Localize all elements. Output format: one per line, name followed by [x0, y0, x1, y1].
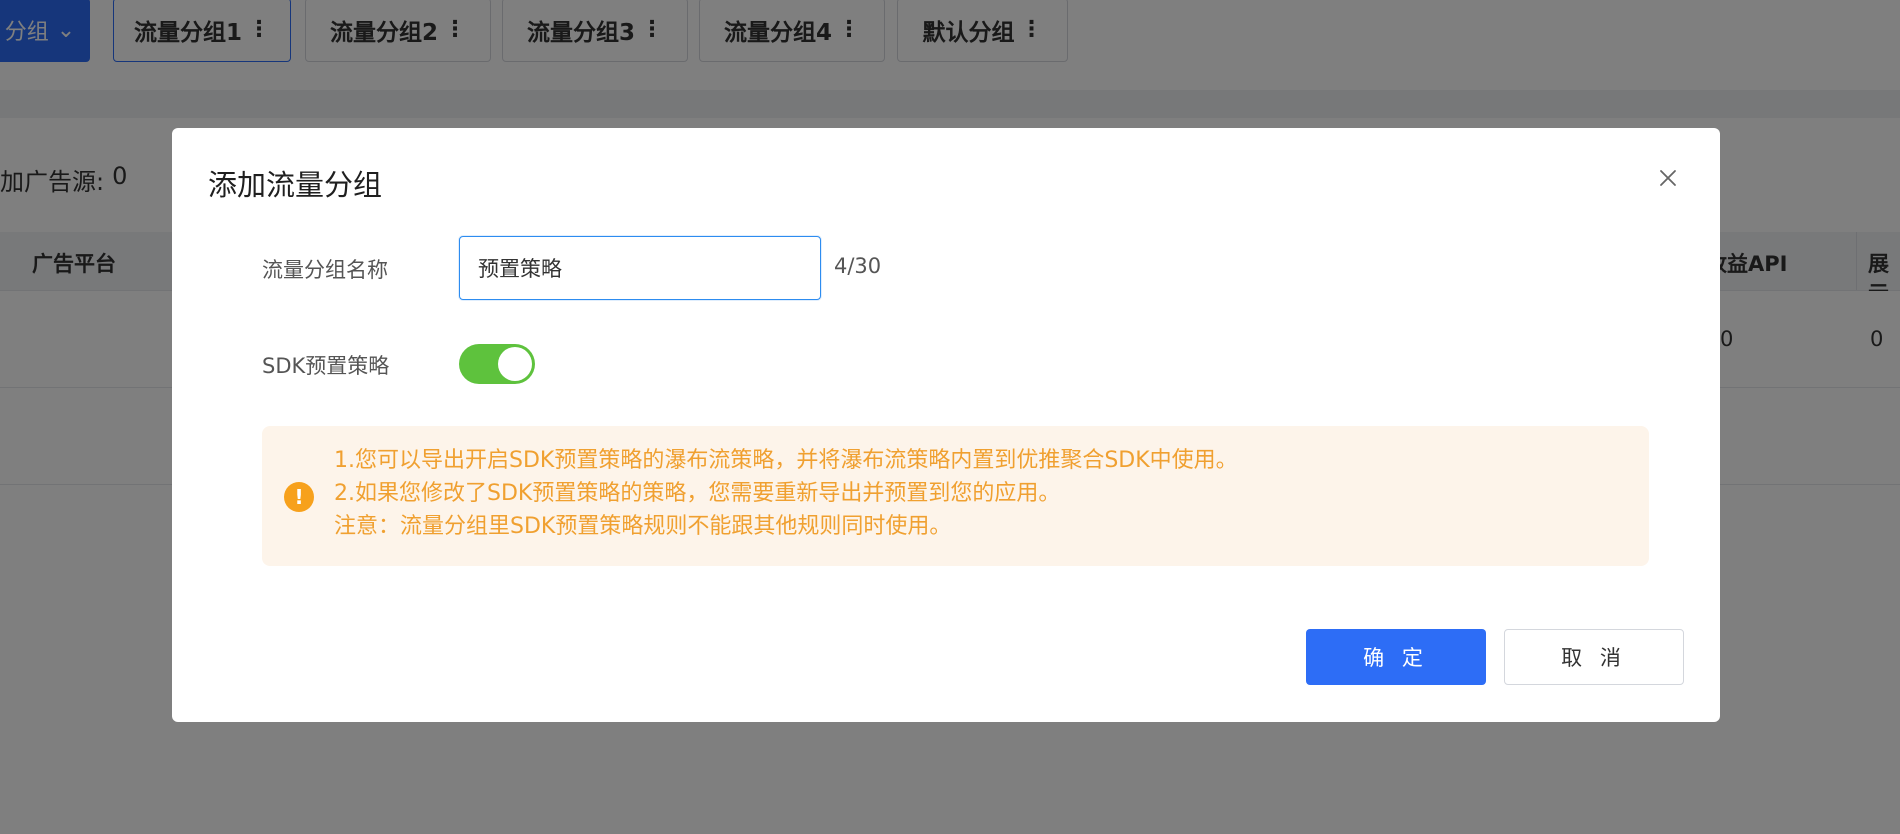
toggle-knob: [498, 347, 532, 381]
notice-line: 1.您可以导出开启SDK预置策略的瀑布流策略，并将瀑布流策略内置到优推聚合SDK…: [334, 448, 1238, 473]
notice-line: 2.如果您修改了SDK预置策略的策略，您需要重新导出并预置到您的应用。: [334, 481, 1061, 506]
confirm-button[interactable]: 确 定: [1306, 629, 1486, 685]
dialog-title: 添加流量分组: [208, 168, 383, 202]
notice-line: 注意：流量分组里SDK预置策略规则不能跟其他规则同时使用。: [334, 514, 952, 539]
close-icon[interactable]: [1656, 166, 1680, 190]
char-counter: 4/30: [834, 254, 882, 278]
sdk-preset-toggle[interactable]: [459, 344, 535, 384]
notice-text: 1.您可以导出开启SDK预置策略的瀑布流策略，并将瀑布流策略内置到优推聚合SDK…: [334, 444, 1238, 543]
group-name-label: 流量分组名称: [262, 258, 388, 282]
sdk-preset-label: SDK预置策略: [262, 354, 390, 378]
add-traffic-group-dialog: 添加流量分组 流量分组名称 4/30 SDK预置策略 ! 1.您可以导出开启SD…: [172, 128, 1720, 722]
cancel-button[interactable]: 取 消: [1504, 629, 1684, 685]
group-name-input[interactable]: [459, 236, 821, 300]
exclamation-icon: !: [284, 482, 314, 512]
notice-box: ! 1.您可以导出开启SDK预置策略的瀑布流策略，并将瀑布流策略内置到优推聚合S…: [262, 426, 1649, 566]
